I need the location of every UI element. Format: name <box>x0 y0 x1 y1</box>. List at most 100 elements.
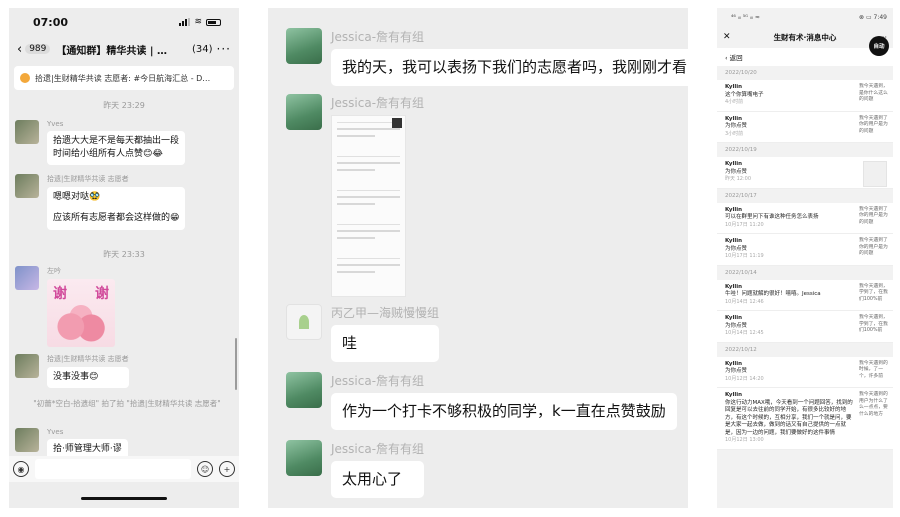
message-item[interactable]: Kyllin 为你点赞 昨天 12:00 <box>717 157 893 189</box>
message-item[interactable]: Kyllin 这个你算嘴电子 4小时前 我今天遇到，是你什么这么的问题 <box>717 80 893 112</box>
message-text: 这个你算嘴电子 <box>725 91 764 98</box>
pinned-text: 拾遗|生财精华共读 志愿者: #今日航海汇总 - D… <box>35 73 211 83</box>
message-line: 时间给小组所有人点赞😊😂 <box>53 149 163 159</box>
input-bar: ◉ ☺ + <box>9 456 239 482</box>
message-text: 可以在群里问下有谁这种任务怎么表扬 <box>725 214 819 220</box>
message-bubble[interactable]: 我的天，我可以表扬下我们的志愿者吗，我刚刚才看到 <box>331 49 688 86</box>
member-count: (34) <box>192 43 213 55</box>
home-indicator <box>81 497 167 500</box>
emoji-icon[interactable]: ☺ <box>197 461 213 477</box>
auto-badge[interactable]: 自动 <box>869 36 889 56</box>
battery-icon <box>206 18 221 26</box>
sender-name: Kyllin <box>725 283 743 290</box>
sender-name: 拾遗|生财精华共读 志愿者 <box>47 355 129 363</box>
message-item[interactable]: Kyllin 牛哇！问题就解的很好！嘻嘻。Jessica 10月14日 12:46 我… <box>717 279 893 311</box>
message-item[interactable]: Kyllin 你这行动力MAX哦，今天看到一个问题回答，找到的回复是可以去往前的同… <box>717 388 893 450</box>
avatar[interactable] <box>286 372 322 408</box>
message-time: 3小时前 <box>725 130 744 137</box>
sender-name: 拾遗|生财精华共读 志愿者 <box>47 175 129 183</box>
context-snippet: 我今天遇到的时候，了一个，许多前 <box>859 360 888 379</box>
message-line: 嗯嗯对哒🥸 <box>53 192 101 202</box>
context-snippet: 我今天遇到了你的用户是为的问题 <box>859 238 888 256</box>
qr-code-icon <box>392 118 402 128</box>
system-notice: "初蕾*空白-拾遗组" 拍了拍 "拾遗|生财精华共读 志愿者" <box>33 399 221 408</box>
message-line: 拾遗大大是不是每天都抽出一段 <box>53 136 180 146</box>
date-separator: 2022/10/17 <box>717 188 893 203</box>
message-time: 10月12日 14:20 <box>725 375 764 382</box>
pinned-message[interactable]: 拾遗|生财精华共读 志愿者: #今日航海汇总 - D… <box>14 66 234 90</box>
chat-message: Jessica-詹有有组 <box>286 94 424 297</box>
message-time: 4小时前 <box>725 99 744 105</box>
sender-name: Kyllin <box>725 84 743 90</box>
unread-count-badge[interactable]: 989 <box>25 44 51 54</box>
back-chevron-icon[interactable]: ‹ <box>17 42 22 57</box>
message-text: 牛哇！问题就解的很好！嘻嘻。Jessica <box>725 291 821 297</box>
sender-name: 左吟 <box>47 267 61 275</box>
message-bubble[interactable]: 作为一个打卡不够积极的同学，k一直在点赞鼓励 <box>331 393 677 430</box>
thank-you-sticker[interactable]: 谢 谢 <box>47 279 115 347</box>
sender-name: Kyllin <box>725 392 743 398</box>
chat-message: Jessica-詹有有组 太用心了 <box>286 440 425 498</box>
message-item[interactable]: Kyllin 为你点赞 10月14日 12:45 我今天遇到，学到了，在我们100%前 <box>717 311 893 343</box>
message-bubble[interactable]: 太用心了 <box>331 461 425 498</box>
plus-icon[interactable]: + <box>219 461 235 477</box>
message-bubble[interactable]: 哇 <box>331 325 440 362</box>
status-time: 07:00 <box>33 15 69 29</box>
sticker-text: 谢 <box>53 286 67 302</box>
avatar[interactable] <box>15 428 39 452</box>
message-time: 10月17日 11:19 <box>725 253 764 259</box>
message-time: 10月12日 13:00 <box>725 437 764 443</box>
message-bubble[interactable]: 拾遗大大是不是每天都抽出一段 时间给小组所有人点赞😊😂 <box>47 131 186 165</box>
sender-name: Jessica-詹有有组 <box>331 30 425 44</box>
avatar[interactable] <box>286 440 322 476</box>
sender-name: Jessica-詹有有组 <box>331 96 425 110</box>
avatar[interactable] <box>286 28 322 64</box>
timestamp: 昨天 23:33 <box>103 250 145 259</box>
message-bubble[interactable]: 没事没事😊 <box>47 367 129 388</box>
timestamp: 昨天 23:29 <box>103 101 145 110</box>
signal-icon <box>179 18 191 26</box>
chat-message: Jessica-詹有有组 我的天，我可以表扬下我们的志愿者吗，我刚刚才看到 <box>286 28 688 86</box>
sender-name: Jessica-詹有有组 <box>331 442 425 456</box>
voice-icon[interactable]: ◉ <box>13 461 29 477</box>
avatar[interactable] <box>15 354 39 378</box>
context-snippet: 我今天遇到，是你什么这么的问题 <box>859 84 888 102</box>
message-text: 为你点赞 <box>725 168 748 175</box>
image-thumbnail[interactable] <box>863 161 887 187</box>
status-left: ⁴⁶ ᵢₗₗ ⁵ᴳ ᵢₗₗ ≈ <box>731 13 760 21</box>
context-snippet: 我今天遇到了你的用户是为的问题 <box>859 115 888 134</box>
avatar[interactable] <box>15 266 39 290</box>
sender-name: Kyllin <box>725 360 743 367</box>
avatar[interactable] <box>15 120 39 144</box>
avatar[interactable] <box>15 174 39 198</box>
message-item[interactable]: Kyllin 可以在群里问下有谁这种任务怎么表扬 10月17日 11:20 我今天遇到… <box>717 202 893 234</box>
message-item[interactable]: Kyllin 为你点赞 3小时前 我今天遇到了你的用户是为的问题 <box>717 111 893 143</box>
message-text: 为你点赞 <box>725 368 748 374</box>
message-time: 10月14日 12:45 <box>725 330 764 336</box>
message-item[interactable]: Kyllin 为你点赞 10月17日 11:19 我今天遇到了你的用户是为的问题 <box>717 234 893 266</box>
date-separator: 2022/10/19 <box>717 143 893 157</box>
message-center-screen: ⁴⁶ ᵢₗₗ ⁵ᴳ ᵢₗₗ ≈ ⊗ ▭ 7:49 ✕ 生财有术·消息中心 ···… <box>717 8 893 508</box>
scrollbar[interactable] <box>235 338 237 390</box>
avatar[interactable] <box>286 304 322 340</box>
message-text: 为你点赞 <box>725 245 748 252</box>
message-time: 昨天 12:00 <box>725 176 751 182</box>
date-separator: 2022/10/14 <box>717 265 893 280</box>
context-snippet: 我今天遇到了你的用户是为的问题 <box>859 206 888 225</box>
date-separator: 2022/10/12 <box>717 342 893 357</box>
more-options-icon[interactable]: ··· <box>217 42 231 56</box>
message-input[interactable] <box>35 459 191 479</box>
chat-message: Jessica-詹有有组 作为一个打卡不够积极的同学，k一直在点赞鼓励 <box>286 372 677 430</box>
message-text: 为你点赞 <box>725 322 748 329</box>
back-link[interactable]: ‹ 返回 <box>717 48 893 66</box>
message-time: 10月17日 11:20 <box>725 221 764 228</box>
chat-title: 【通知群】精华共读 | … <box>56 45 168 57</box>
message-bubble[interactable]: 嗯嗯对哒🥸 应该所有志愿者都会这样做的😁 <box>47 187 186 230</box>
chat-header: ‹ 989 【通知群】精华共读 | … (34) ··· <box>9 36 239 62</box>
message-item[interactable]: Kyllin 为你点赞 10月12日 14:20 我今天遇到的时候，了一个，许多前 <box>717 356 893 388</box>
chat-message: 拾遗|生财精华共读 志愿者 嗯嗯对哒🥸 应该所有志愿者都会这样做的😁 <box>15 174 186 230</box>
context-snippet: 我今天遇到，学到了，在我们100%前 <box>859 315 888 333</box>
screenshot-image[interactable] <box>331 115 406 297</box>
avatar[interactable] <box>286 94 322 130</box>
sender-name: Kyllin <box>725 206 743 213</box>
